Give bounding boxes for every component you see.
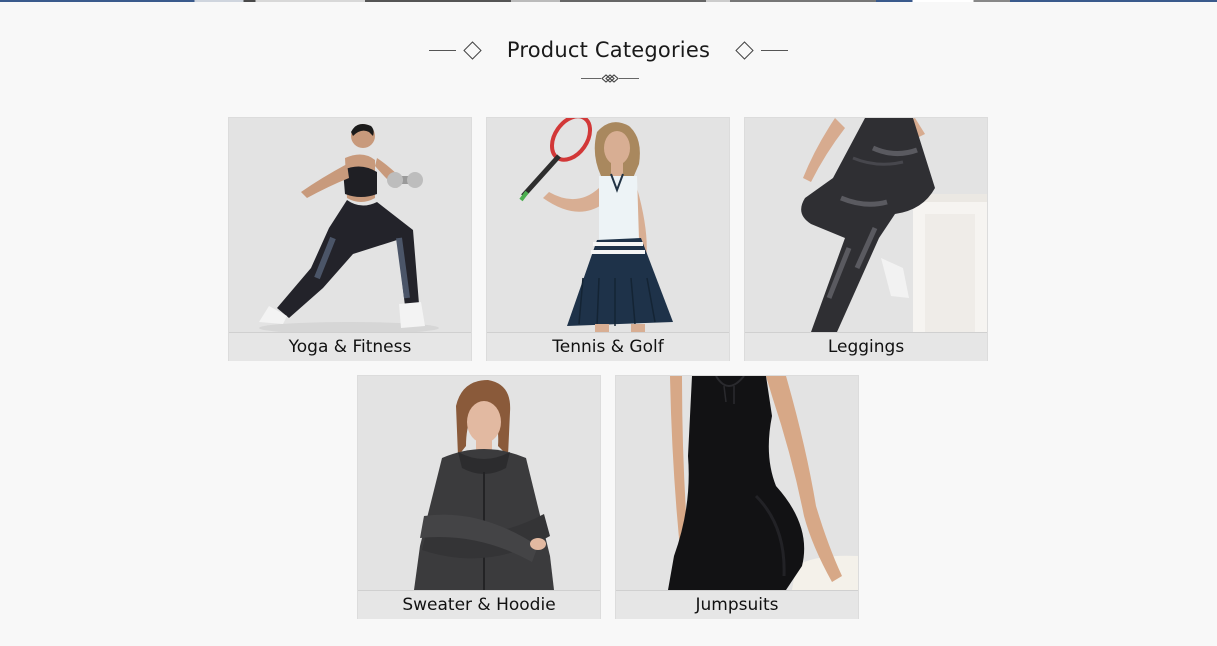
heading-line-right	[761, 49, 789, 51]
sweater-hoodie-image	[358, 376, 600, 590]
category-card-leggings[interactable]: Leggings	[744, 117, 988, 361]
diamond-ornament-icon	[735, 40, 754, 60]
yoga-fitness-image	[229, 118, 471, 332]
category-label: Leggings	[745, 332, 987, 361]
top-border-strip	[0, 0, 1217, 2]
leggings-image	[745, 118, 987, 332]
divider-ornament-icon	[581, 72, 639, 85]
category-label: Jumpsuits	[616, 590, 858, 619]
category-card-jumpsuits[interactable]: Jumpsuits	[615, 375, 859, 619]
heading-line-left	[428, 49, 456, 51]
category-label: Tennis & Golf	[487, 332, 729, 361]
diamond-ornament-icon	[463, 40, 482, 60]
tennis-golf-image	[487, 118, 729, 332]
category-card-tennis-golf[interactable]: Tennis & Golf	[486, 117, 730, 361]
category-card-sweater-hoodie[interactable]: Sweater & Hoodie	[357, 375, 601, 619]
jumpsuits-image	[616, 376, 858, 590]
category-card-yoga-fitness[interactable]: Yoga & Fitness	[228, 117, 472, 361]
section-title: Product Categories	[506, 38, 711, 62]
category-label: Sweater & Hoodie	[358, 590, 600, 619]
category-label: Yoga & Fitness	[229, 332, 471, 361]
section-heading: Product Categories	[0, 30, 1217, 70]
